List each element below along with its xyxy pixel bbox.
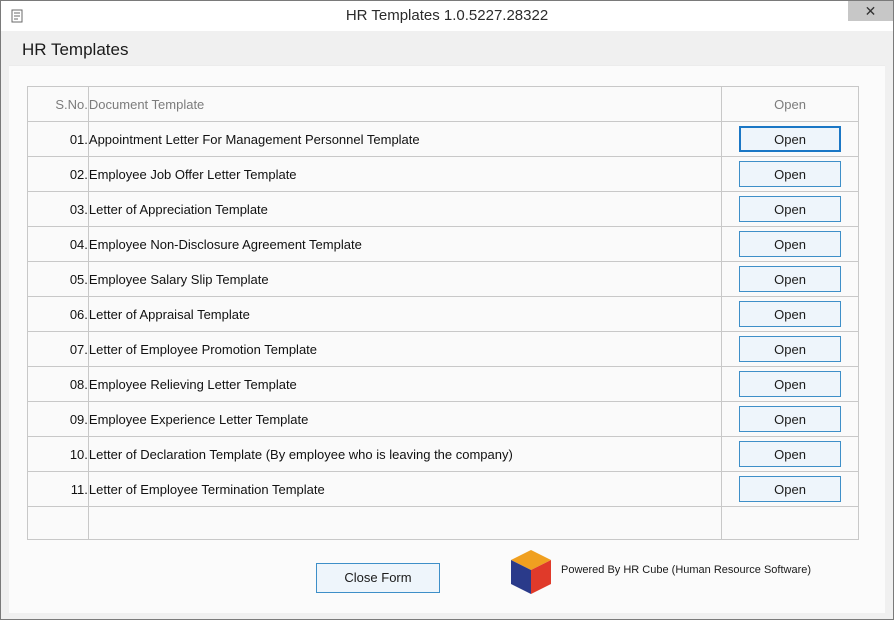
empty-cell <box>27 506 89 540</box>
content-area: S.No. Document Template Open 01. Appoint… <box>9 66 885 613</box>
row-open-cell: Open <box>721 191 859 227</box>
powered-by-text: Powered By HR Cube (Human Resource Softw… <box>561 564 812 576</box>
table-row: 07. Letter of Employee Promotion Templat… <box>27 331 859 367</box>
row-sno: 05. <box>27 261 89 297</box>
table-row: 10. Letter of Declaration Template (By e… <box>27 436 859 472</box>
hr-cube-logo-icon <box>511 550 551 594</box>
row-sno: 11. <box>27 471 89 507</box>
row-sno: 02. <box>27 156 89 192</box>
row-document: Employee Job Offer Letter Template <box>87 156 723 192</box>
templates-table: S.No. Document Template Open 01. Appoint… <box>27 86 859 540</box>
open-button[interactable]: Open <box>739 231 842 257</box>
row-document: Letter of Employee Promotion Template <box>87 331 723 367</box>
open-button[interactable]: Open <box>739 126 842 152</box>
app-window: HR Templates 1.0.5227.28322 ✕ HR Templat… <box>0 0 894 620</box>
row-document: Letter of Appraisal Template <box>87 296 723 332</box>
row-document: Letter of Appreciation Template <box>87 191 723 227</box>
row-open-cell: Open <box>721 471 859 507</box>
table-header-row: S.No. Document Template Open <box>27 86 859 122</box>
row-document: Employee Experience Letter Template <box>87 401 723 437</box>
table-row: 09. Employee Experience Letter Template … <box>27 401 859 437</box>
open-button[interactable]: Open <box>739 371 842 397</box>
open-button[interactable]: Open <box>739 301 842 327</box>
column-header-document: Document Template <box>87 86 723 122</box>
row-open-cell: Open <box>721 366 859 402</box>
table-row: 11. Letter of Employee Termination Templ… <box>27 471 859 507</box>
title-bar: HR Templates 1.0.5227.28322 ✕ <box>1 1 893 31</box>
open-button[interactable]: Open <box>739 476 842 502</box>
row-sno: 03. <box>27 191 89 227</box>
row-document: Letter of Declaration Template (By emplo… <box>87 436 723 472</box>
table-row: 01. Appointment Letter For Management Pe… <box>27 121 859 157</box>
row-open-cell: Open <box>721 226 859 262</box>
column-header-open: Open <box>721 86 859 122</box>
open-button[interactable]: Open <box>739 441 842 467</box>
open-button[interactable]: Open <box>739 336 842 362</box>
row-open-cell: Open <box>721 261 859 297</box>
empty-cell <box>721 506 859 540</box>
open-button[interactable]: Open <box>739 406 842 432</box>
table-row: 05. Employee Salary Slip Template Open <box>27 261 859 297</box>
client-area: HR Templates S.No. Document Template Ope… <box>9 31 885 613</box>
close-form-button[interactable]: Close Form <box>316 563 440 593</box>
row-sno: 10. <box>27 436 89 472</box>
empty-cell <box>87 506 723 540</box>
window-title: HR Templates 1.0.5227.28322 <box>345 7 549 24</box>
empty-row <box>27 506 859 540</box>
column-header-sno: S.No. <box>27 86 89 122</box>
row-document: Employee Non-Disclosure Agreement Templa… <box>87 226 723 262</box>
row-open-cell: Open <box>721 436 859 472</box>
row-open-cell: Open <box>721 121 859 157</box>
row-open-cell: Open <box>721 331 859 367</box>
row-open-cell: Open <box>721 296 859 332</box>
open-button[interactable]: Open <box>739 196 842 222</box>
header-bar: HR Templates <box>9 31 885 66</box>
table-row: 04. Employee Non-Disclosure Agreement Te… <box>27 226 859 262</box>
row-document: Employee Relieving Letter Template <box>87 366 723 402</box>
row-open-cell: Open <box>721 156 859 192</box>
close-icon: ✕ <box>864 3 877 19</box>
row-sno: 07. <box>27 331 89 367</box>
window-close-button[interactable]: ✕ <box>848 1 893 21</box>
open-button[interactable]: Open <box>739 161 842 187</box>
row-sno: 09. <box>27 401 89 437</box>
row-document: Employee Salary Slip Template <box>87 261 723 297</box>
row-sno: 08. <box>27 366 89 402</box>
row-sno: 01. <box>27 121 89 157</box>
table-row: 06. Letter of Appraisal Template Open <box>27 296 859 332</box>
table-row: 02. Employee Job Offer Letter Template O… <box>27 156 859 192</box>
row-open-cell: Open <box>721 401 859 437</box>
table-row: 03. Letter of Appreciation Template Open <box>27 191 859 227</box>
row-sno: 06. <box>27 296 89 332</box>
row-document: Letter of Employee Termination Template <box>87 471 723 507</box>
open-button[interactable]: Open <box>739 266 842 292</box>
table-row: 08. Employee Relieving Letter Template O… <box>27 366 859 402</box>
page-title: HR Templates <box>22 40 129 59</box>
row-document: Appointment Letter For Management Person… <box>87 121 723 157</box>
row-sno: 04. <box>27 226 89 262</box>
